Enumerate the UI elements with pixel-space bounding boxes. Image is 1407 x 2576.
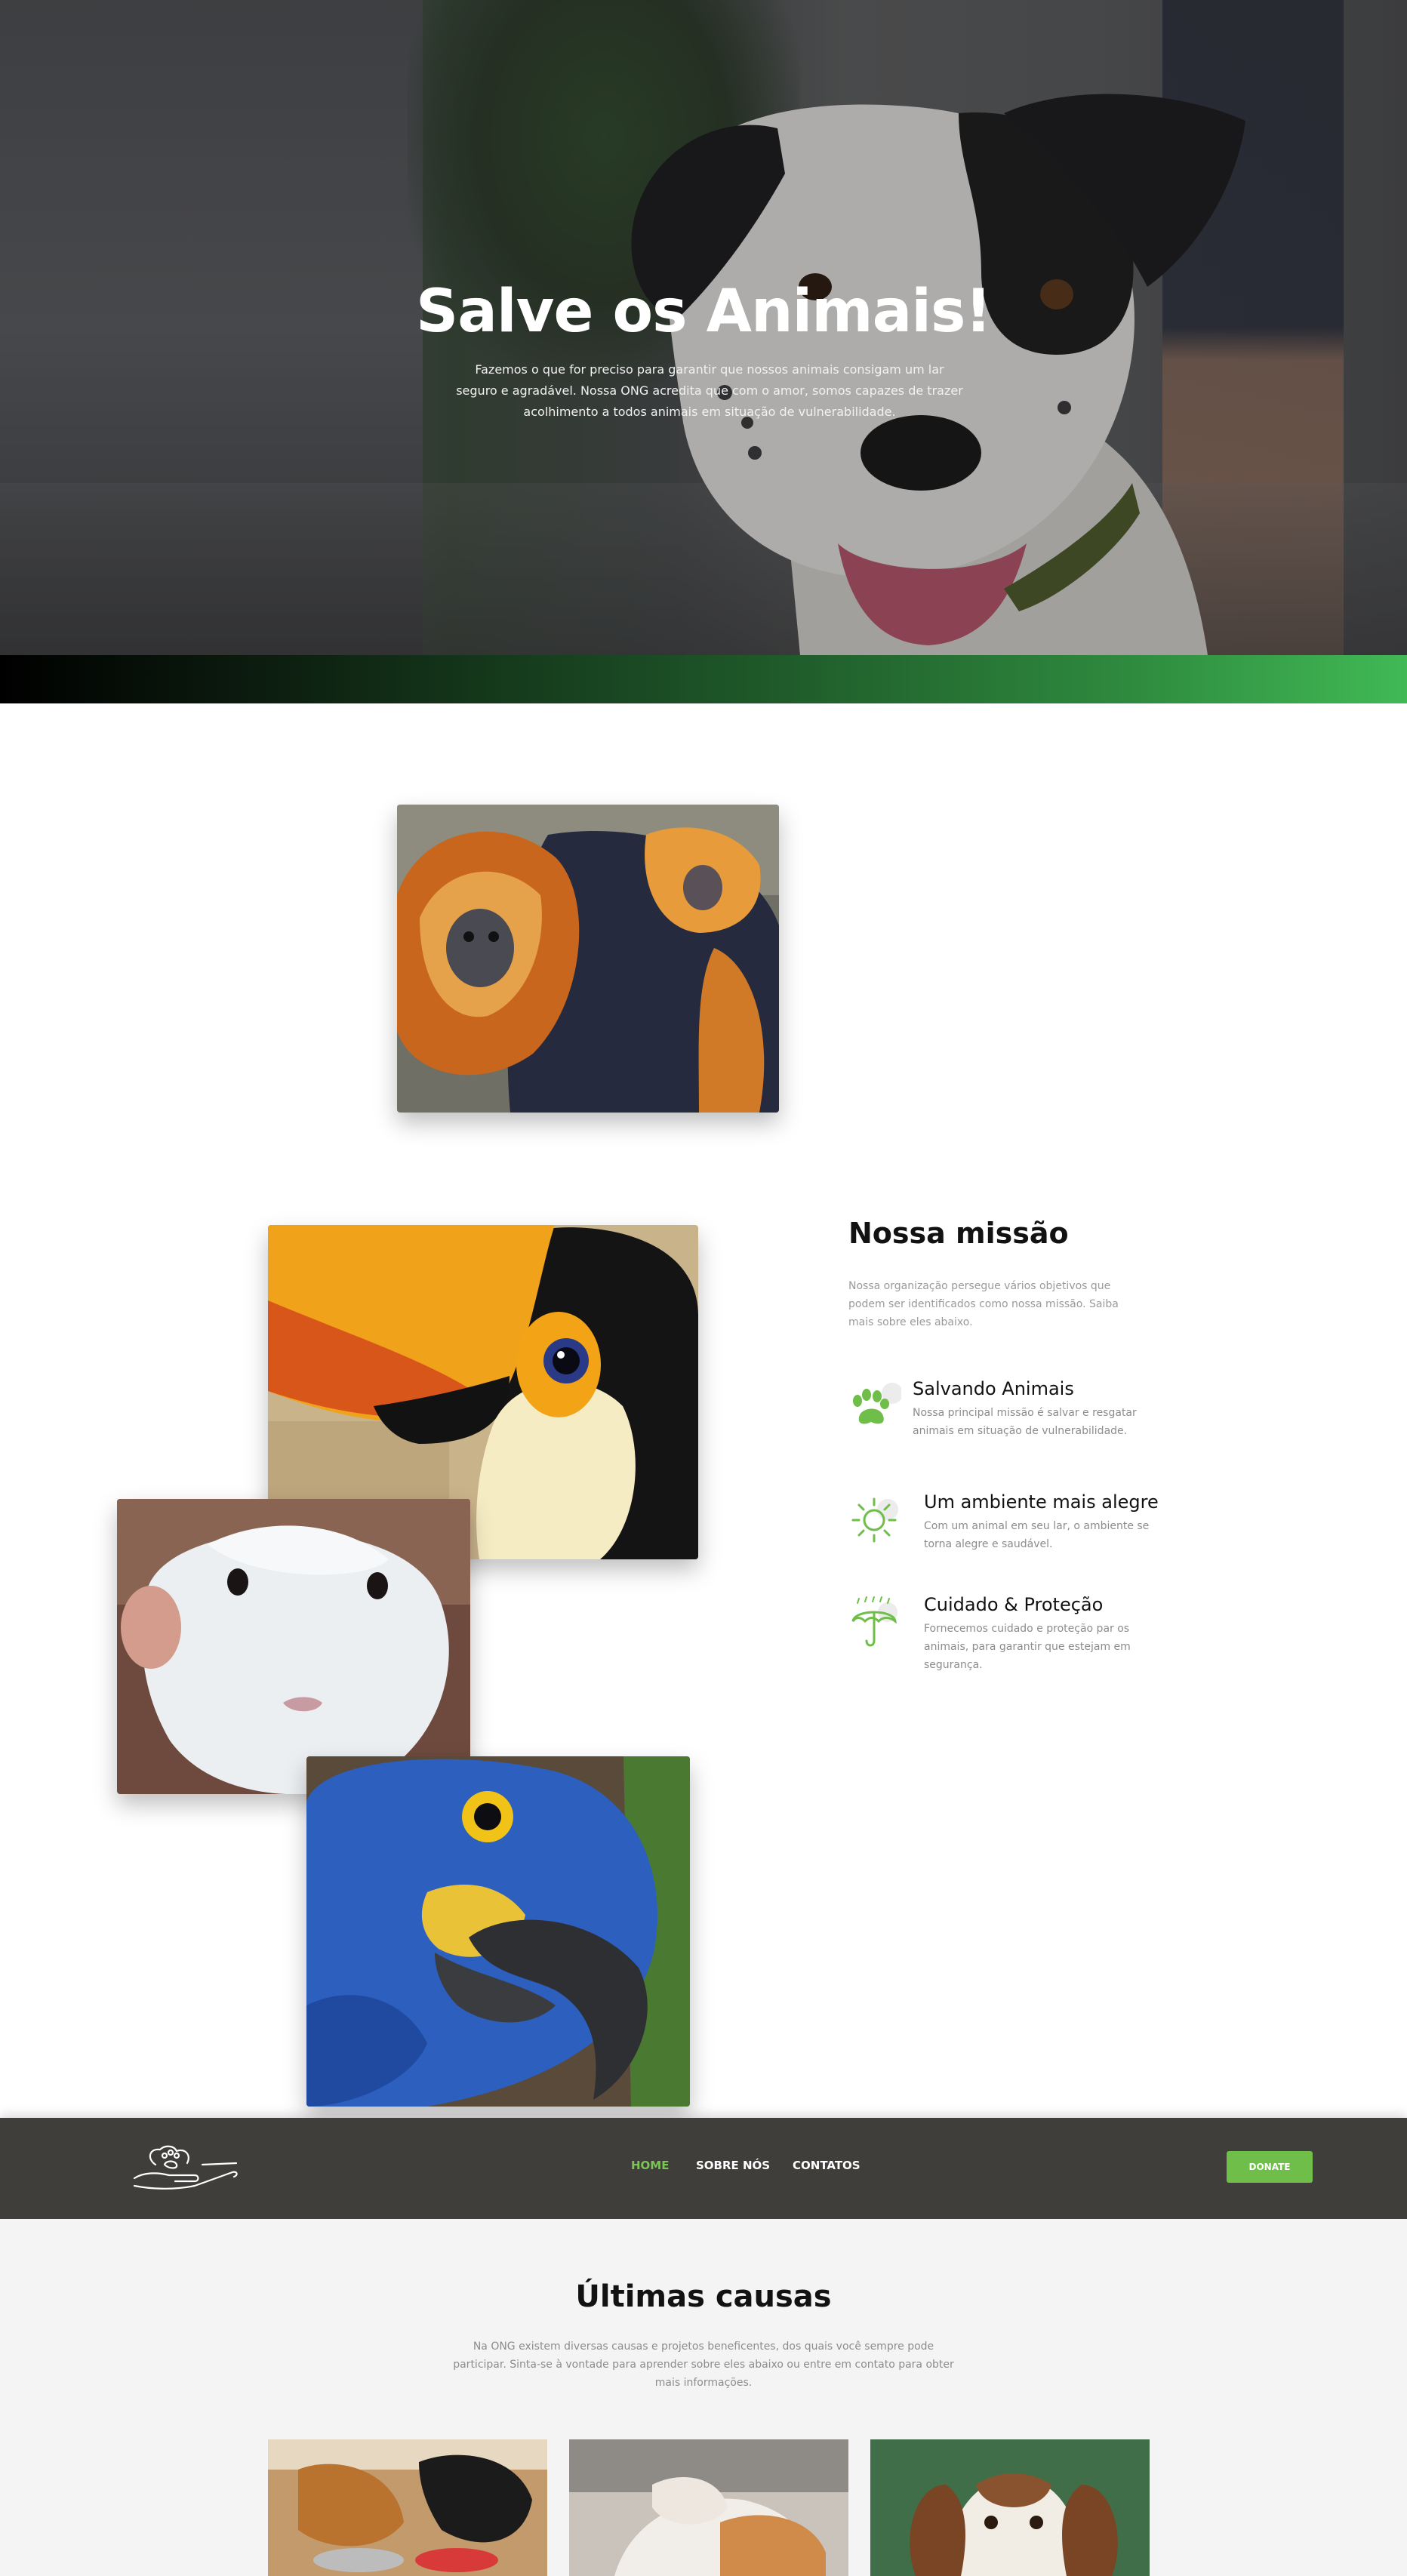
- umbrella-icon: [851, 1596, 897, 1647]
- hero-text: Fazemos o que for preciso para garantir …: [456, 362, 963, 419]
- macaw-photo: [306, 1756, 690, 2107]
- feature-happier-environment: Um ambiente mais alegre Com um animal em…: [848, 1491, 1159, 1567]
- mission-description: Nossa organização persegue vários objeti…: [848, 1280, 1119, 1328]
- feature-title: Cuidado & Proteção: [924, 1594, 1104, 1615]
- causes-title: Últimas causas: [575, 2279, 832, 2314]
- sun-icon: [851, 1497, 898, 1543]
- nav-link-contacts[interactable]: CONTATOS: [793, 2159, 861, 2172]
- dogs-eating-image: [268, 2439, 547, 2576]
- main-navbar: HOME SOBRE NÓS CONTATOS DONATE: [0, 2118, 1407, 2219]
- puppy-image: [870, 2439, 1150, 2576]
- cat-and-dog-image: [569, 2439, 848, 2576]
- nav-link-about[interactable]: SOBRE NÓS: [696, 2159, 770, 2172]
- feature-saving-animals: Salvando Animais Nossa principal missão …: [848, 1378, 1150, 1454]
- nav-link-home[interactable]: HOME: [631, 2159, 669, 2172]
- causes-section: Últimas causas Na ONG existem diversas c…: [0, 2219, 1407, 2576]
- feature-text: Fornecemos cuidado e proteção par os ani…: [924, 1623, 1131, 1671]
- mission-title: Nossa missão: [848, 1217, 1069, 1250]
- cause-card-dogs-eating[interactable]: [268, 2439, 547, 2576]
- gradient-divider: [0, 655, 1407, 703]
- feature-text: Com um animal em seu lar, o ambiente se …: [924, 1520, 1150, 1550]
- feature-care-protection: Cuidado & Proteção Fornecemos cuidado e …: [848, 1594, 1150, 1685]
- hero-title: Salve os Animais!: [416, 278, 992, 346]
- cause-card-cat-dog[interactable]: [569, 2439, 848, 2576]
- feature-text: Nossa principal missão é salvar e resgat…: [913, 1407, 1137, 1437]
- donate-button[interactable]: DONATE: [1227, 2151, 1313, 2183]
- cause-card-puppy[interactable]: [870, 2439, 1150, 2576]
- tamarin-photo: [397, 805, 779, 1113]
- rabbit-photo: [117, 1499, 470, 1794]
- causes-text: Na ONG existem diversas causas e projeto…: [453, 2341, 954, 2389]
- hero-section: Salve os Animais! Fazemos o que for prec…: [0, 0, 1407, 655]
- hand-paw-logo[interactable]: [127, 2142, 240, 2192]
- feature-title: Salvando Animais: [913, 1378, 1074, 1399]
- feature-title: Um ambiente mais alegre: [924, 1491, 1159, 1513]
- paw-icon: [853, 1383, 901, 1424]
